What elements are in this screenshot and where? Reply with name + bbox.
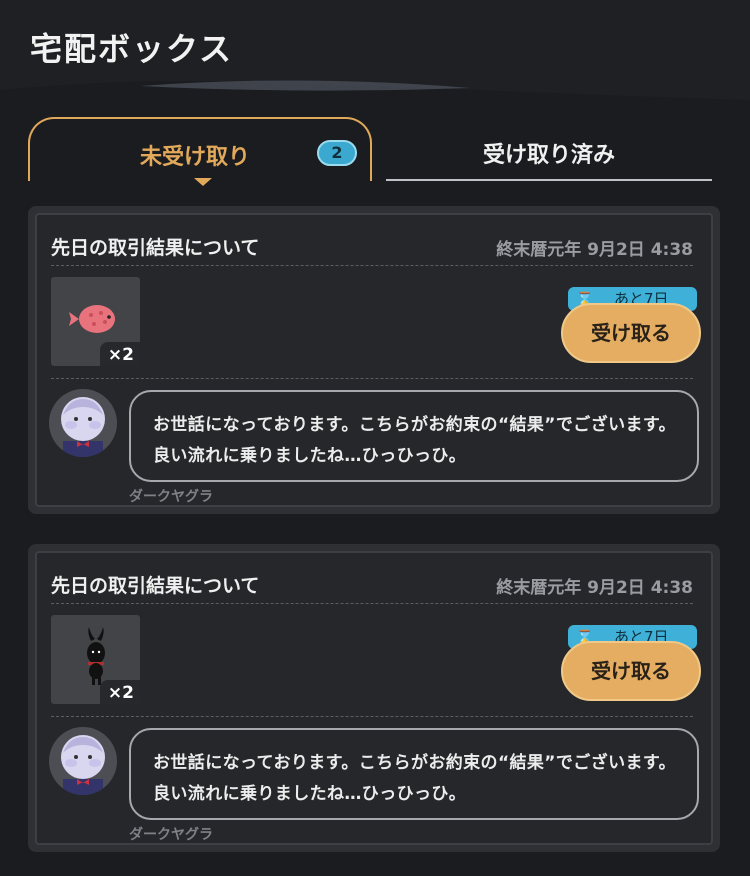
delivery-card: 先日の取引結果について 終末暦元年 9月2日 4:38 ×2 ⌛ あと7日 受け… (28, 206, 720, 514)
receive-button[interactable]: 受け取る (561, 641, 701, 701)
header-wave (0, 80, 750, 100)
divider (51, 378, 693, 379)
tab-received[interactable]: 受け取り済み (386, 117, 712, 181)
avatar (49, 389, 117, 457)
card-body: 先日の取引結果について 終末暦元年 9月2日 4:38 ×2 ⌛ あと7日 受け… (35, 213, 713, 507)
item-thumbnail[interactable]: ×2 (51, 615, 140, 704)
delivery-card: 先日の取引結果について 終末暦元年 9月2日 4:38 ×2 ⌛ あと7日 受け… (28, 544, 720, 852)
divider (51, 603, 693, 604)
message-bubble: お世話になっております。こちらがお約束の“結果”でございます。良い流れに乗りまし… (129, 728, 699, 820)
avatar (49, 727, 117, 795)
divider (51, 716, 693, 717)
tab-unreceived[interactable]: 未受け取り 2 (28, 117, 372, 186)
item-count: ×2 (99, 342, 140, 366)
card-title: 先日の取引結果について (51, 237, 260, 259)
sender-name: ダークヤグラ (129, 827, 213, 843)
card-date: 終末暦元年 9月2日 4:38 (496, 240, 693, 260)
tab-received-label: 受け取り済み (482, 143, 615, 168)
item-count: ×2 (99, 680, 140, 704)
card-body: 先日の取引結果について 終末暦元年 9月2日 4:38 ×2 ⌛ あと7日 受け… (35, 551, 713, 845)
tab-bar: 未受け取り 2 受け取り済み (28, 117, 712, 186)
divider (51, 265, 693, 266)
card-title: 先日の取引結果について (51, 575, 260, 597)
header: 宅配ボックス (0, 0, 750, 100)
unreceived-count-badge: 2 (317, 140, 357, 166)
message-text: お世話になっております。こちらがお約束の“結果”でございます。良い流れに乗りまし… (153, 753, 676, 804)
sender-portrait-icon (61, 397, 105, 457)
tab-unreceived-label: 未受け取り (140, 145, 251, 170)
item-thumbnail[interactable]: ×2 (51, 277, 140, 366)
caret-down-icon (194, 178, 212, 186)
sender-portrait-icon (61, 735, 105, 795)
message-bubble: お世話になっております。こちらがお約束の“結果”でございます。良い流れに乗りまし… (129, 390, 699, 482)
card-date: 終末暦元年 9月2日 4:38 (496, 578, 693, 598)
receive-button[interactable]: 受け取る (561, 303, 701, 363)
sender-name: ダークヤグラ (129, 489, 213, 505)
message-text: お世話になっております。こちらがお約束の“結果”でございます。良い流れに乗りまし… (153, 415, 676, 466)
